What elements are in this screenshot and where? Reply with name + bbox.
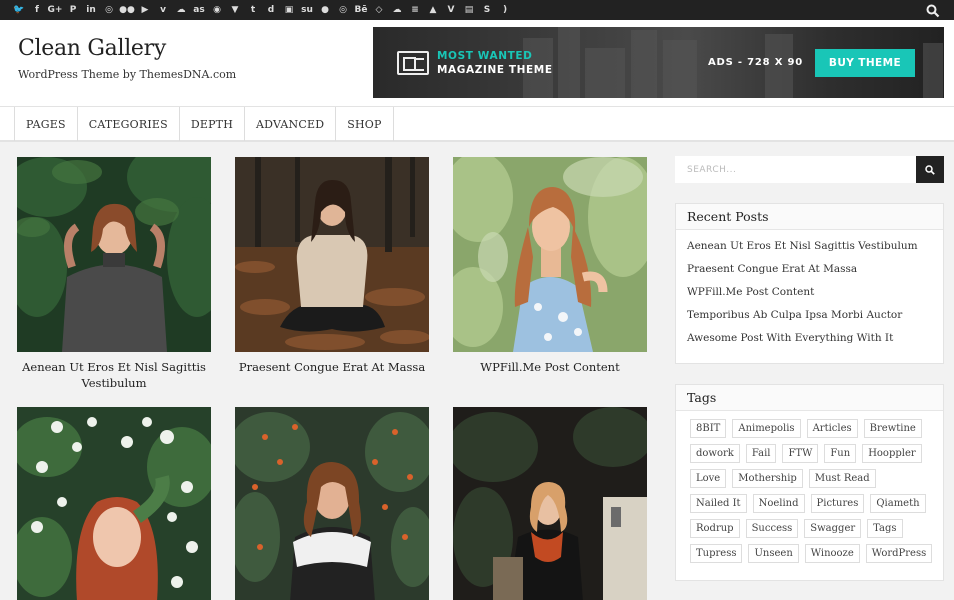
search-button[interactable]	[916, 156, 944, 183]
social-bar: 🐦 f G+ Pin ◎ ●● ▶ v ☁ as ◉ ▼ t d ▣ su ● ◎ Bē ◇ ☁ ≡ ▲ V ▤ S)	[0, 0, 954, 20]
post-thumbnail[interactable]	[235, 157, 429, 352]
youtube-icon[interactable]: ▶	[138, 3, 152, 17]
tag-link[interactable]: Tupress	[690, 544, 743, 563]
tag-link[interactable]: Mothership	[732, 469, 803, 488]
stumbleupon-icon[interactable]: su	[300, 3, 314, 17]
rss-icon[interactable]: )	[498, 3, 512, 17]
ad-headline: MOST WANTED	[437, 50, 533, 62]
tag-cloud: 8BIT Animepolis Articles Brewtine dowork Fail…	[676, 411, 943, 571]
tumblr-icon[interactable]: t	[246, 3, 260, 17]
nav-item-advanced[interactable]: ADVANCED	[245, 107, 337, 141]
bitbucket-icon[interactable]: ▼	[228, 3, 242, 17]
social-icons: 🐦 f G+ Pin ◎ ●● ▶ v ☁ as ◉ ▼ t d ▣ su ● ◎ Bē ◇ ☁ ≡ ▲ V ▤ S)	[12, 0, 512, 20]
lastfm-icon[interactable]: as	[192, 3, 206, 17]
search-icon	[925, 164, 935, 175]
nav-item-pages[interactable]: PAGES	[15, 107, 78, 141]
ad-size-label: ADS - 728 X 90	[708, 57, 804, 68]
vine-icon[interactable]: V	[444, 3, 458, 17]
tag-link[interactable]: dowork	[690, 444, 740, 463]
tag-link[interactable]: FTW	[782, 444, 819, 463]
buy-theme-button[interactable]: BUY THEME	[815, 49, 915, 77]
tag-link[interactable]: Brewtine	[863, 419, 922, 438]
tag-link[interactable]: Unseen	[748, 544, 799, 563]
behance-icon[interactable]: Bē	[354, 3, 368, 17]
vimeo-icon[interactable]: v	[156, 3, 170, 17]
post-card[interactable]: Praesent Congue Erat At Massa	[235, 157, 429, 375]
instagram-icon[interactable]: ◎	[102, 3, 116, 17]
post-card[interactable]: Aenean Ut Eros Et Nisl Sagittis Vestibul…	[17, 157, 211, 391]
recent-posts-widget: Recent Posts Aenean Ut Eros Et Nisl Sagi…	[675, 203, 944, 364]
facebook-icon[interactable]: f	[30, 3, 44, 17]
linkedin-icon[interactable]: in	[84, 3, 98, 17]
recent-post-link[interactable]: WPFill.Me Post Content	[687, 282, 932, 305]
tags-widget: Tags 8BIT Animepolis Articles Brewtine dowor…	[675, 384, 944, 581]
post-thumbnail[interactable]	[453, 157, 647, 352]
tag-link[interactable]: Fail	[745, 444, 777, 463]
tag-link[interactable]: Swagger	[804, 519, 862, 538]
twitter-icon[interactable]: 🐦	[12, 3, 26, 17]
foursquare-icon[interactable]: ▲	[426, 3, 440, 17]
recent-post-link[interactable]: Temporibus Ab Culpa Ipsa Morbi Auctor	[687, 305, 932, 328]
pinterest-icon[interactable]: P	[66, 3, 80, 17]
dribbble-icon[interactable]: ◎	[336, 3, 350, 17]
stackoverflow-icon[interactable]: ≡	[408, 3, 422, 17]
ad-subheadline: MAGAZINE THEME	[437, 64, 553, 76]
post-card[interactable]: WPFill.Me Post Content	[453, 157, 647, 375]
search-input[interactable]	[675, 156, 916, 183]
tag-link[interactable]: Rodrup	[690, 519, 740, 538]
reddit-icon[interactable]: ●	[318, 3, 332, 17]
search-icon[interactable]	[926, 3, 940, 18]
tag-link[interactable]: Articles	[806, 419, 858, 438]
post-thumbnail[interactable]	[453, 407, 647, 600]
jsfiddle-icon[interactable]: ☁	[390, 3, 404, 17]
tag-link[interactable]: Animepolis	[732, 419, 801, 438]
post-title[interactable]: WPFill.Me Post Content	[453, 359, 647, 375]
google-plus-icon[interactable]: G+	[48, 3, 63, 17]
digg-icon[interactable]: d	[264, 3, 278, 17]
post-thumbnail[interactable]	[235, 407, 429, 600]
recent-post-link[interactable]: Awesome Post With Everything With It	[687, 328, 932, 351]
post-thumbnail[interactable]	[17, 407, 211, 600]
slideshare-icon[interactable]: ▤	[462, 3, 476, 17]
nav-item-depth[interactable]: DEPTH	[180, 107, 246, 141]
tag-link[interactable]: Hooppler	[862, 444, 922, 463]
main-nav: PAGES CATEGORIES DEPTH ADVANCED SHOP	[0, 106, 954, 142]
tag-link[interactable]: Must Read	[808, 469, 876, 488]
tag-link[interactable]: Fun	[824, 444, 857, 463]
widget-title: Recent Posts	[676, 204, 943, 230]
tag-link[interactable]: Noelind	[752, 494, 805, 513]
post-card[interactable]	[17, 407, 211, 600]
flickr-icon[interactable]: ●●	[119, 3, 135, 17]
delicious-icon[interactable]: ▣	[282, 3, 296, 17]
post-card[interactable]	[453, 407, 647, 600]
post-title[interactable]: Praesent Congue Erat At Massa	[235, 359, 429, 375]
recent-post-link[interactable]: Praesent Congue Erat At Massa	[687, 259, 932, 282]
tag-link[interactable]: Tags	[867, 519, 903, 538]
tag-link[interactable]: Winooze	[804, 544, 860, 563]
sidebar-search	[675, 156, 944, 183]
post-card[interactable]	[235, 407, 429, 600]
tag-link[interactable]: Success	[745, 519, 799, 538]
post-thumbnail[interactable]	[17, 157, 211, 352]
soundcloud-icon[interactable]: ☁	[174, 3, 188, 17]
magazine-logo-icon	[397, 51, 429, 75]
codepen-icon[interactable]: ◇	[372, 3, 386, 17]
github-icon[interactable]: ◉	[210, 3, 224, 17]
tag-link[interactable]: WordPress	[865, 544, 933, 563]
nav-item-shop[interactable]: SHOP	[336, 107, 394, 141]
tag-link[interactable]: Qiameth	[870, 494, 926, 513]
tag-link[interactable]: Pictures	[810, 494, 865, 513]
tag-link[interactable]: Love	[690, 469, 727, 488]
nav-item-categories[interactable]: CATEGORIES	[78, 107, 180, 141]
site-tagline: WordPress Theme by ThemesDNA.com	[18, 68, 237, 81]
widget-title: Tags	[676, 385, 943, 411]
tag-link[interactable]: 8BIT	[690, 419, 727, 438]
skype-icon[interactable]: S	[480, 3, 494, 17]
tag-link[interactable]: Nailed It	[690, 494, 747, 513]
recent-post-link[interactable]: Aenean Ut Eros Et Nisl Sagittis Vestibul…	[687, 236, 932, 259]
site-title[interactable]: Clean Gallery	[18, 36, 166, 61]
post-title[interactable]: Aenean Ut Eros Et Nisl Sagittis Vestibul…	[17, 359, 211, 391]
ad-banner[interactable]: MOST WANTED MAGAZINE THEME ADS - 728 X 9…	[373, 27, 944, 98]
